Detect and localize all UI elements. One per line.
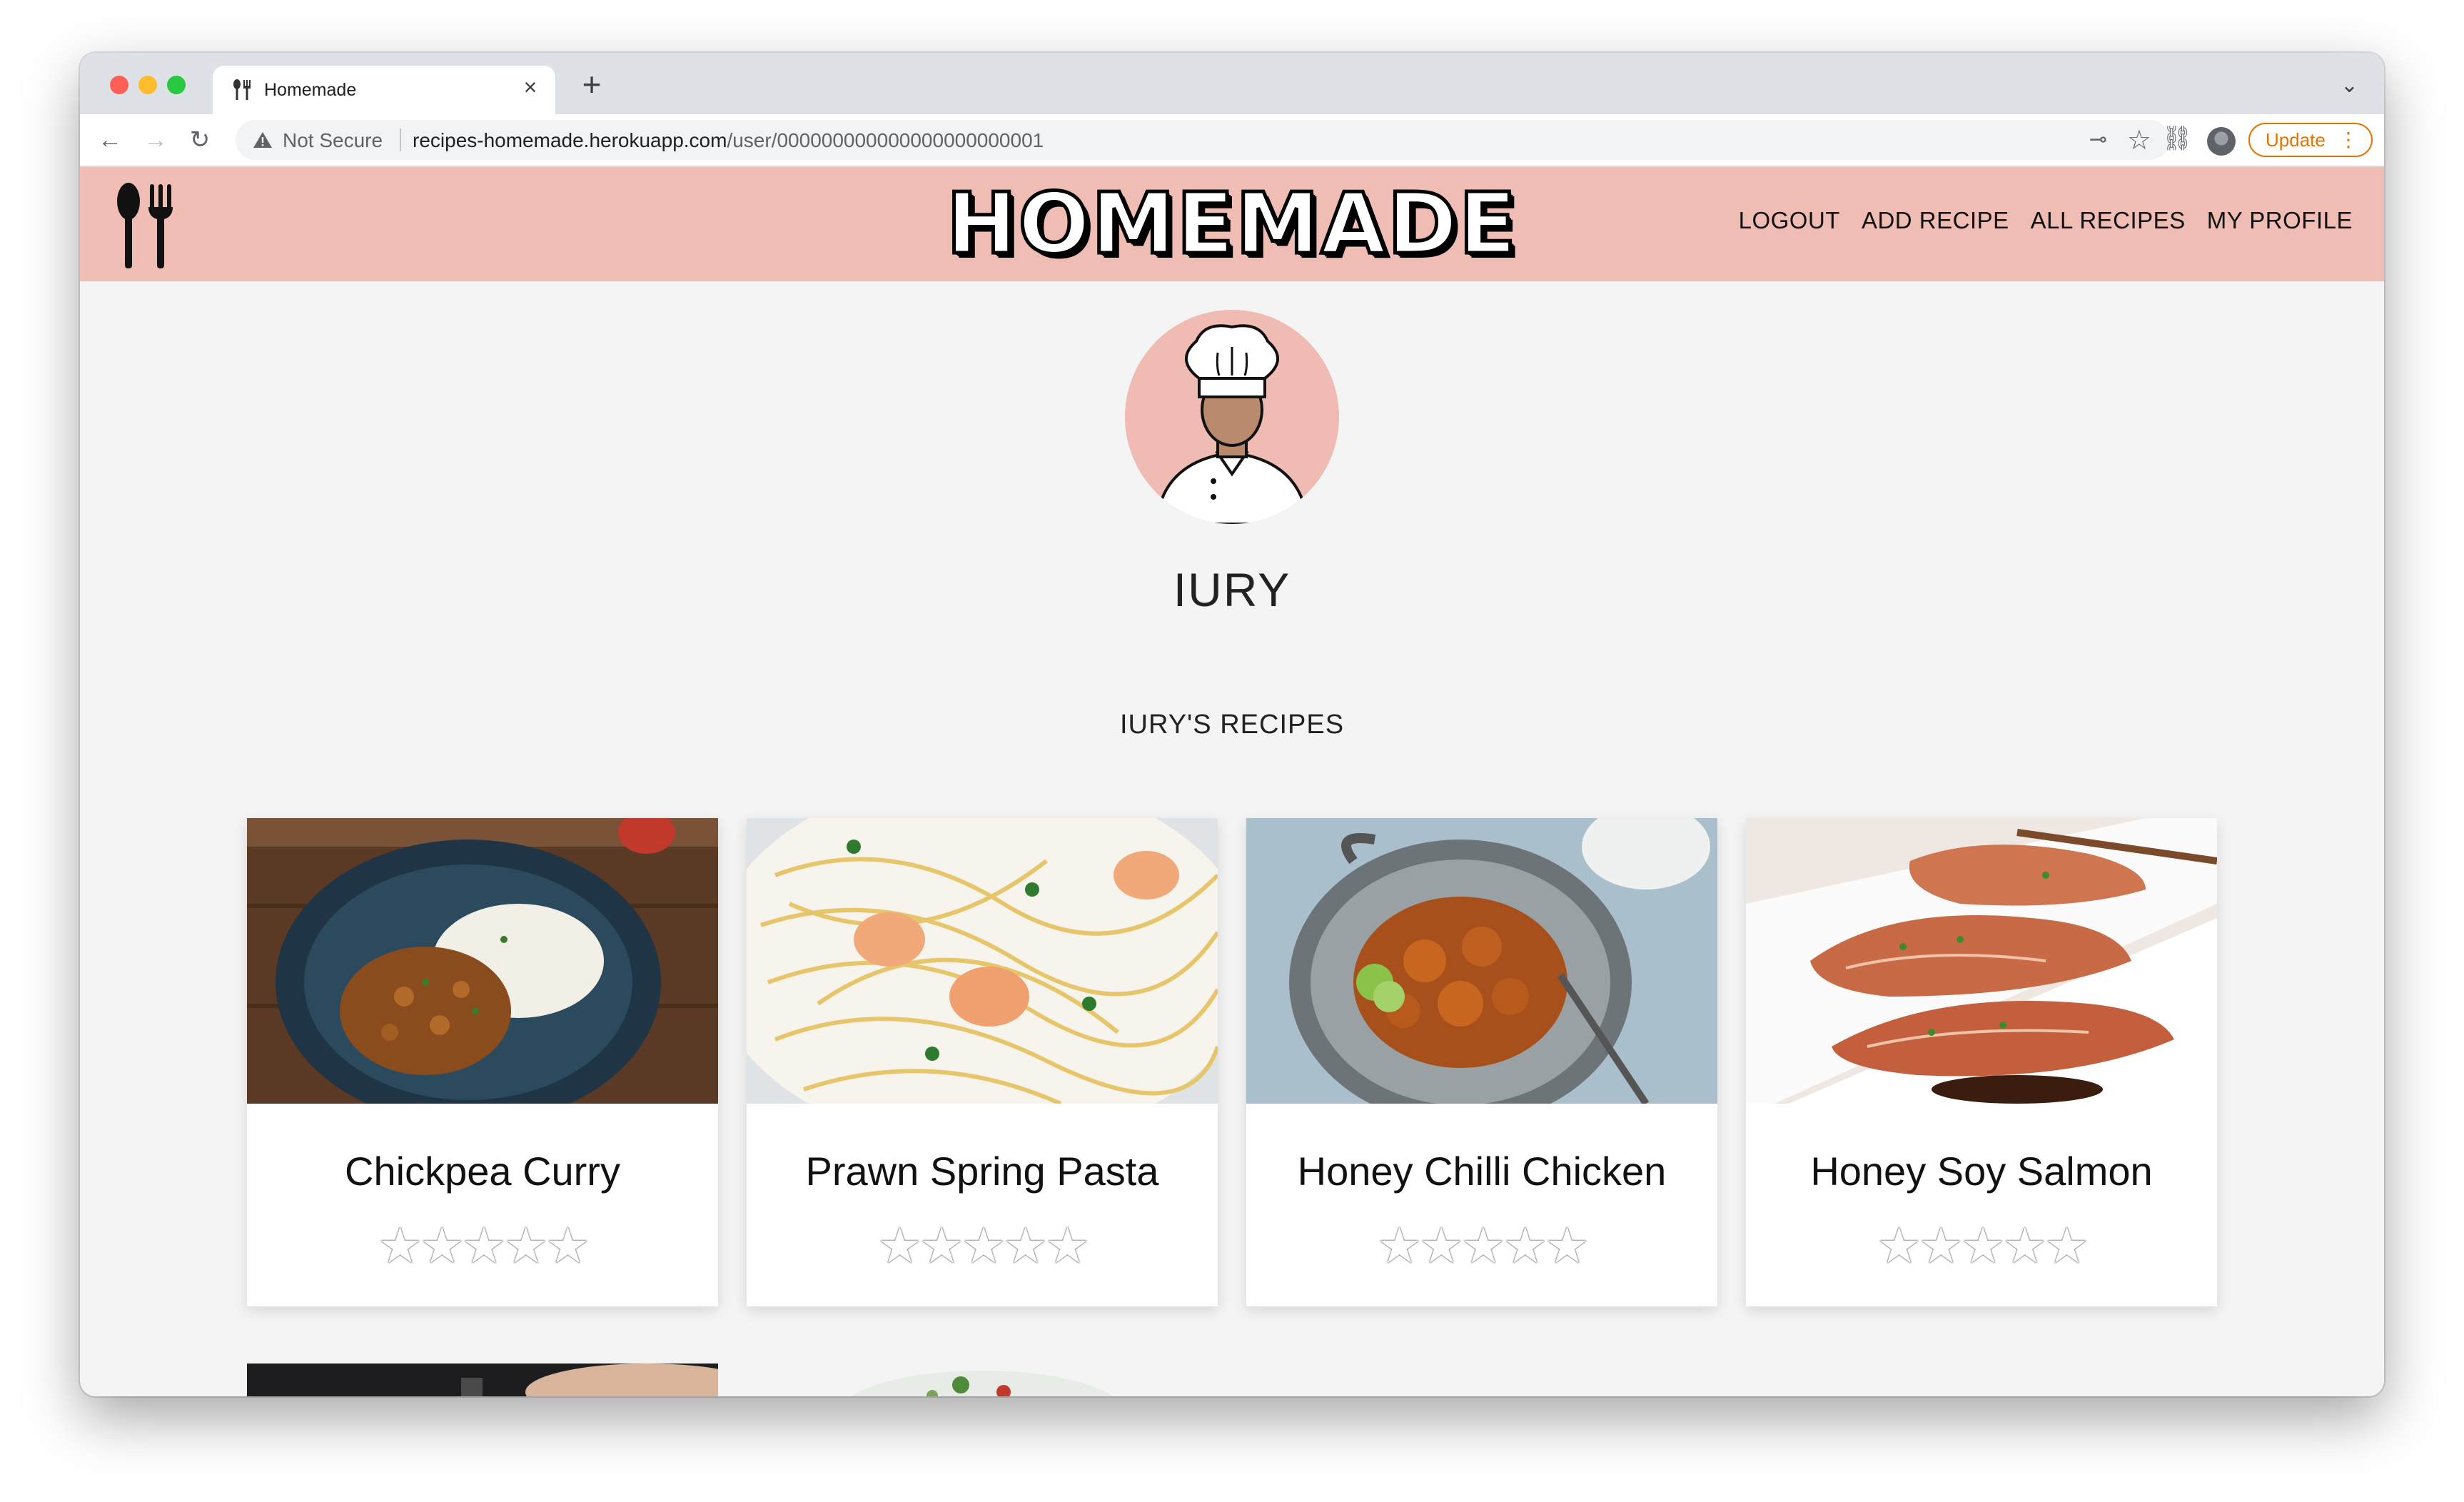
profile-username: IURY xyxy=(1173,563,1291,616)
close-window-button[interactable] xyxy=(110,76,128,94)
recipe-card[interactable]: Honey Soy Salmon ★★★★★ xyxy=(1746,818,2217,1306)
forward-arrow-icon[interactable]: → xyxy=(140,124,171,156)
nav-my-profile[interactable]: MY PROFILE xyxy=(2207,207,2353,234)
url-text[interactable]: recipes-homemade.herokuapp.com/user/0000… xyxy=(413,129,1044,152)
chef-illustration-icon xyxy=(1159,324,1305,524)
star-icon[interactable]: ★ xyxy=(1919,1218,1964,1274)
main-nav: LOGOUT ADD RECIPE ALL RECIPES MY PROFILE xyxy=(1739,207,2353,234)
fork-spoon-favicon-icon xyxy=(233,79,251,100)
recipe-card[interactable]: Chickpea Curry ★★★★★ xyxy=(247,818,718,1306)
bookmark-star-icon[interactable]: ☆ xyxy=(2127,124,2151,156)
star-icon[interactable]: ★ xyxy=(1045,1218,1090,1274)
tab-strip: Homemade × + ⌄ xyxy=(80,53,2384,114)
star-icon[interactable]: ★ xyxy=(1503,1218,1547,1274)
profile-avatar-icon[interactable] xyxy=(2207,127,2236,156)
extensions-puzzle-icon[interactable]: ⛓ xyxy=(2161,124,2193,153)
more-options-icon: ⋮ xyxy=(2338,128,2358,151)
recipe-image-honey-chilli-chicken[interactable] xyxy=(1246,818,1717,1104)
rating-stars: ★★★★★ xyxy=(747,1216,1218,1275)
star-icon[interactable]: ★ xyxy=(1961,1218,2006,1274)
browser-window: Homemade × + ⌄ ← → ↻ Not Secure recipes-… xyxy=(80,53,2384,1396)
site-header: HOMEMADE LOGOUT ADD RECIPE ALL RECIPES M… xyxy=(80,167,2384,281)
minimize-window-button[interactable] xyxy=(138,76,157,94)
warning-icon xyxy=(253,132,272,148)
recipe-image-honey-soy-salmon[interactable] xyxy=(1746,818,2217,1104)
not-secure-label[interactable]: Not Secure xyxy=(283,129,383,152)
recipe-card-partial[interactable] xyxy=(747,1364,1218,1396)
url-host: recipes-homemade.herokuapp.com xyxy=(413,129,727,151)
back-arrow-icon[interactable]: ← xyxy=(94,124,126,156)
chef-avatar xyxy=(1125,310,1339,524)
recipe-title[interactable]: Prawn Spring Pasta xyxy=(747,1148,1218,1194)
address-bar[interactable]: Not Secure recipes-homemade.herokuapp.co… xyxy=(236,120,2170,160)
maximize-window-button[interactable] xyxy=(167,76,186,94)
nav-add-recipe[interactable]: ADD RECIPE xyxy=(1862,207,2009,234)
star-icon[interactable]: ★ xyxy=(462,1218,507,1274)
recipe-card[interactable]: Prawn Spring Pasta ★★★★★ xyxy=(747,818,1218,1306)
star-icon[interactable]: ★ xyxy=(1461,1218,1506,1274)
tab-title: Homemade xyxy=(264,80,357,100)
recipe-card[interactable]: Honey Chilli Chicken ★★★★★ xyxy=(1246,818,1717,1306)
star-icon[interactable]: ★ xyxy=(1419,1218,1464,1274)
tab-search-chevron-icon[interactable]: ⌄ xyxy=(2341,73,2358,98)
recipe-title[interactable]: Chickpea Curry xyxy=(247,1148,718,1194)
url-path: /user/000000000000000000000001 xyxy=(727,129,1044,151)
star-icon[interactable]: ★ xyxy=(1003,1218,1048,1274)
star-icon[interactable]: ★ xyxy=(1545,1218,1590,1274)
star-icon[interactable]: ★ xyxy=(2002,1218,2047,1274)
rating-stars: ★★★★★ xyxy=(1746,1216,2217,1275)
update-label: Update xyxy=(2266,129,2326,151)
star-icon[interactable]: ★ xyxy=(503,1218,548,1274)
browser-toolbar: ← → ↻ Not Secure recipes-homemade.heroku… xyxy=(80,114,2384,167)
star-icon[interactable]: ★ xyxy=(961,1218,1006,1274)
rating-stars: ★★★★★ xyxy=(247,1216,718,1275)
star-icon[interactable]: ★ xyxy=(919,1218,964,1274)
star-icon[interactable]: ★ xyxy=(2044,1218,2089,1274)
star-icon[interactable]: ★ xyxy=(378,1218,423,1274)
update-button[interactable]: Update ⋮ xyxy=(2248,123,2373,157)
nav-all-recipes[interactable]: ALL RECIPES xyxy=(2031,207,2186,234)
close-tab-icon[interactable]: × xyxy=(517,74,544,101)
star-icon[interactable]: ★ xyxy=(877,1218,922,1274)
star-icon[interactable]: ★ xyxy=(1877,1218,1922,1274)
reload-icon[interactable]: ↻ xyxy=(184,124,216,156)
recipe-title[interactable]: Honey Chilli Chicken xyxy=(1246,1148,1717,1194)
key-icon[interactable]: ⊸ xyxy=(2089,127,2107,152)
star-icon[interactable]: ★ xyxy=(420,1218,465,1274)
recipe-image-prawn-spring-pasta[interactable] xyxy=(747,818,1218,1104)
recipe-card-partial[interactable] xyxy=(247,1364,718,1396)
nav-logout[interactable]: LOGOUT xyxy=(1739,207,1840,234)
rating-stars: ★★★★★ xyxy=(1246,1216,1717,1275)
browser-tab[interactable]: Homemade × xyxy=(213,66,555,114)
recipe-image-chickpea-curry[interactable] xyxy=(247,818,718,1104)
star-icon[interactable]: ★ xyxy=(1377,1218,1422,1274)
recipes-heading: IURY'S RECIPES xyxy=(1119,710,1345,740)
star-icon[interactable]: ★ xyxy=(545,1218,590,1274)
new-tab-button[interactable]: + xyxy=(574,63,610,106)
address-divider xyxy=(400,128,401,151)
recipe-title[interactable]: Honey Soy Salmon xyxy=(1746,1148,2217,1194)
